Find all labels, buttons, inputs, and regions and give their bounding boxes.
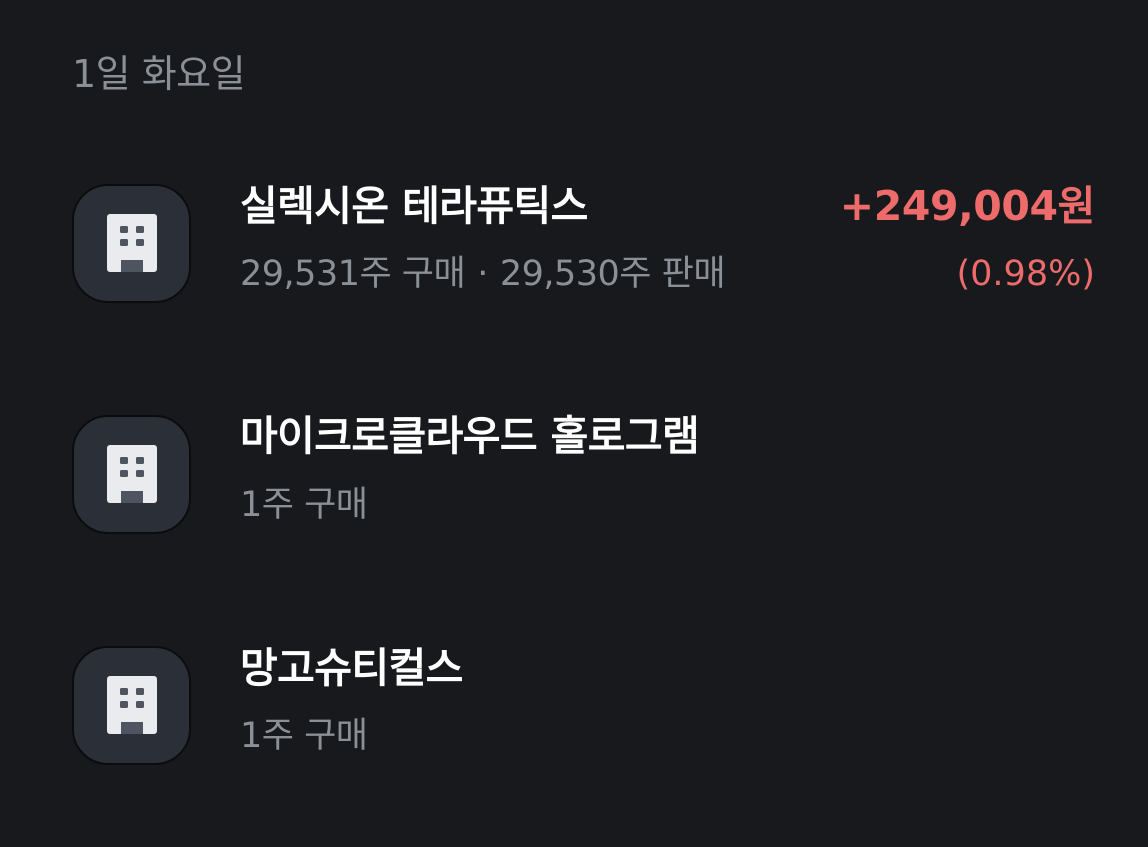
trade-detail: 29,531주 구매 · 29,530주 판매 bbox=[240, 250, 726, 298]
building-icon bbox=[106, 444, 157, 503]
trade-detail: 1주 구매 bbox=[240, 481, 368, 529]
sell-quantity: 29,530주 판매 bbox=[499, 254, 726, 294]
stock-logo bbox=[72, 646, 191, 765]
buy-quantity: 1주 구매 bbox=[240, 716, 368, 756]
separator: · bbox=[477, 254, 488, 294]
transaction-row[interactable]: 마이크로클라우드 홀로그램 1주 구매 bbox=[0, 382, 1148, 562]
buy-quantity: 1주 구매 bbox=[240, 485, 368, 525]
trade-detail: 1주 구매 bbox=[240, 712, 368, 760]
profit-rate: (0.98%) bbox=[956, 254, 1096, 294]
transaction-row[interactable]: 실렉시온 테라퓨틱스 29,531주 구매 · 29,530주 판매 +249,00… bbox=[0, 150, 1148, 330]
stock-logo bbox=[72, 184, 191, 303]
stock-name: 마이크로클라우드 홀로그램 bbox=[240, 412, 700, 460]
stock-logo bbox=[72, 415, 191, 534]
profit-amount: +249,004원 bbox=[839, 182, 1096, 230]
stock-name: 망고슈티컬스 bbox=[240, 644, 463, 692]
transaction-row[interactable]: 망고슈티컬스 1주 구매 bbox=[0, 612, 1148, 792]
date-header: 1일 화요일 bbox=[72, 52, 246, 96]
buy-quantity: 29,531주 구매 bbox=[240, 254, 466, 294]
building-icon bbox=[106, 675, 157, 734]
stock-name: 실렉시온 테라퓨틱스 bbox=[240, 182, 588, 230]
building-icon bbox=[106, 213, 157, 272]
